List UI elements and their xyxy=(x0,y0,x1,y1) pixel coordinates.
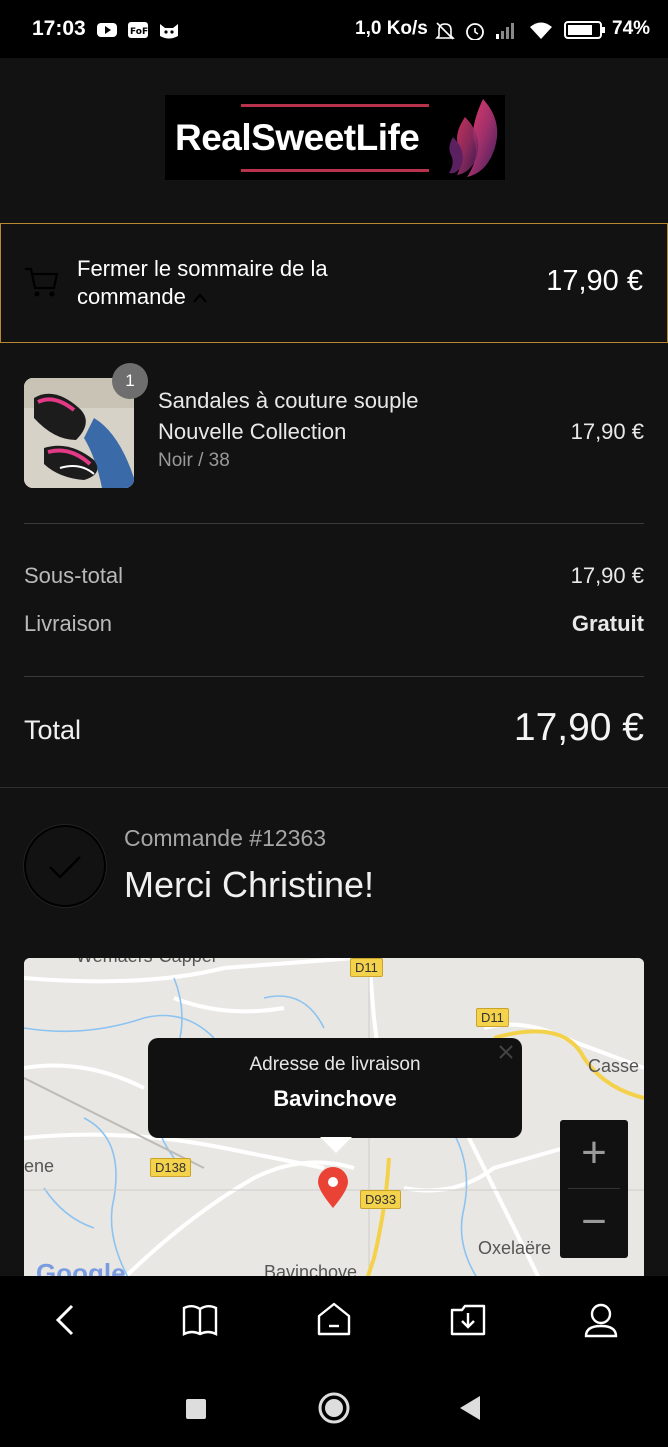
shipping-label: Livraison xyxy=(24,611,113,636)
total-value: 17,90 € xyxy=(513,706,644,749)
logo-bottom-line xyxy=(241,169,429,172)
subtotal-label: Sous-total xyxy=(24,563,124,588)
thank-you-heading: Merci Christine! xyxy=(124,864,375,905)
order-summary-toggle[interactable]: Fermer le sommaire de la commande 17,90 … xyxy=(0,223,668,343)
summary-total: 17,90 € xyxy=(546,265,643,297)
fof-icon: FoF xyxy=(128,22,148,38)
logo-text: RealSweetLife xyxy=(175,117,420,158)
section-divider xyxy=(0,787,668,788)
total-label: Total xyxy=(24,715,82,745)
map-pin-icon[interactable] xyxy=(316,1166,350,1210)
status-time: 17:03 xyxy=(32,17,86,40)
cat-app-icon xyxy=(160,24,178,39)
product-price: 17,90 € xyxy=(570,419,644,444)
zoom-in-button[interactable]: + xyxy=(560,1120,628,1189)
map-label-oxelaere: Oxelaëre xyxy=(478,1238,552,1258)
map-label-cassel: Casse xyxy=(588,1056,640,1076)
product-name: Sandales à couture souple Nouvelle Colle… xyxy=(158,388,419,444)
account-icon[interactable] xyxy=(581,1300,621,1340)
delivery-map[interactable]: Wemaers-Cappel ene Casse Oxelaëre Bavinc… xyxy=(24,958,644,1276)
order-number: Commande #12363 xyxy=(124,825,327,851)
product-variant: Noir / 38 xyxy=(158,450,230,471)
home-button[interactable] xyxy=(316,1390,352,1426)
confirmation-check-icon xyxy=(24,825,106,907)
road-badge-d11: D11 xyxy=(476,1008,509,1027)
zoom-out-button[interactable]: − xyxy=(560,1189,628,1258)
map-label-bavinchove: Bavinchove xyxy=(264,1262,358,1276)
close-icon[interactable] xyxy=(498,1044,514,1060)
browser-bottom-nav xyxy=(0,1276,668,1366)
shipping-value: Gratuit xyxy=(571,611,644,636)
quantity-badge: 1 xyxy=(112,363,148,399)
system-nav-bar xyxy=(0,1366,668,1447)
google-logo: Google xyxy=(36,1258,126,1276)
checkout-page: RealSweetLife Fermer le sommaire de la c… xyxy=(0,58,668,1276)
back-icon[interactable] xyxy=(46,1300,86,1340)
map-label-left: ene xyxy=(24,1156,55,1176)
back-button[interactable] xyxy=(456,1390,486,1426)
recents-button[interactable] xyxy=(184,1390,208,1426)
wifi-icon xyxy=(530,22,552,39)
alarm-icon xyxy=(466,23,484,40)
map-label-wemaers: Wemaers-Cappel xyxy=(76,958,216,967)
home-icon[interactable] xyxy=(314,1300,354,1340)
road-badge-d933: D933 xyxy=(360,1190,402,1209)
road-badge-d11-top: D11 xyxy=(350,958,383,977)
flame-logo-icon xyxy=(449,99,498,177)
battery-icon xyxy=(564,21,605,39)
battery-percent: 74% xyxy=(612,18,651,39)
logo-top-line xyxy=(241,104,429,107)
popup-title: Adresse de livraison xyxy=(249,1054,421,1075)
book-icon[interactable] xyxy=(180,1300,220,1340)
download-icon[interactable] xyxy=(448,1300,488,1340)
mute-icon xyxy=(435,22,455,40)
youtube-icon xyxy=(97,23,117,37)
summary-toggle-label: Fermer le sommaire de la commande xyxy=(77,255,387,311)
divider xyxy=(24,676,644,677)
road-badge-d138: D138 xyxy=(150,1158,192,1177)
signal-icon xyxy=(496,23,514,39)
popup-place: Bavinchove xyxy=(273,1086,397,1111)
network-speed: 1,0 Ko/s xyxy=(355,18,428,39)
zoom-control: + − xyxy=(560,1120,628,1258)
brand-logo[interactable]: RealSweetLife xyxy=(165,95,505,180)
checkmark-icon xyxy=(49,856,81,879)
divider xyxy=(24,523,644,524)
cart-icon xyxy=(25,267,59,297)
subtotal-value: 17,90 € xyxy=(570,563,644,588)
svg-text:FoF: FoF xyxy=(130,27,148,37)
chevron-up-icon xyxy=(193,293,207,303)
delivery-popup: Adresse de livraison Bavinchove xyxy=(148,1038,522,1153)
status-bar: 17:03 FoF 1,0 Ko/s 74% xyxy=(0,0,668,58)
popup-arrow xyxy=(320,1137,352,1153)
